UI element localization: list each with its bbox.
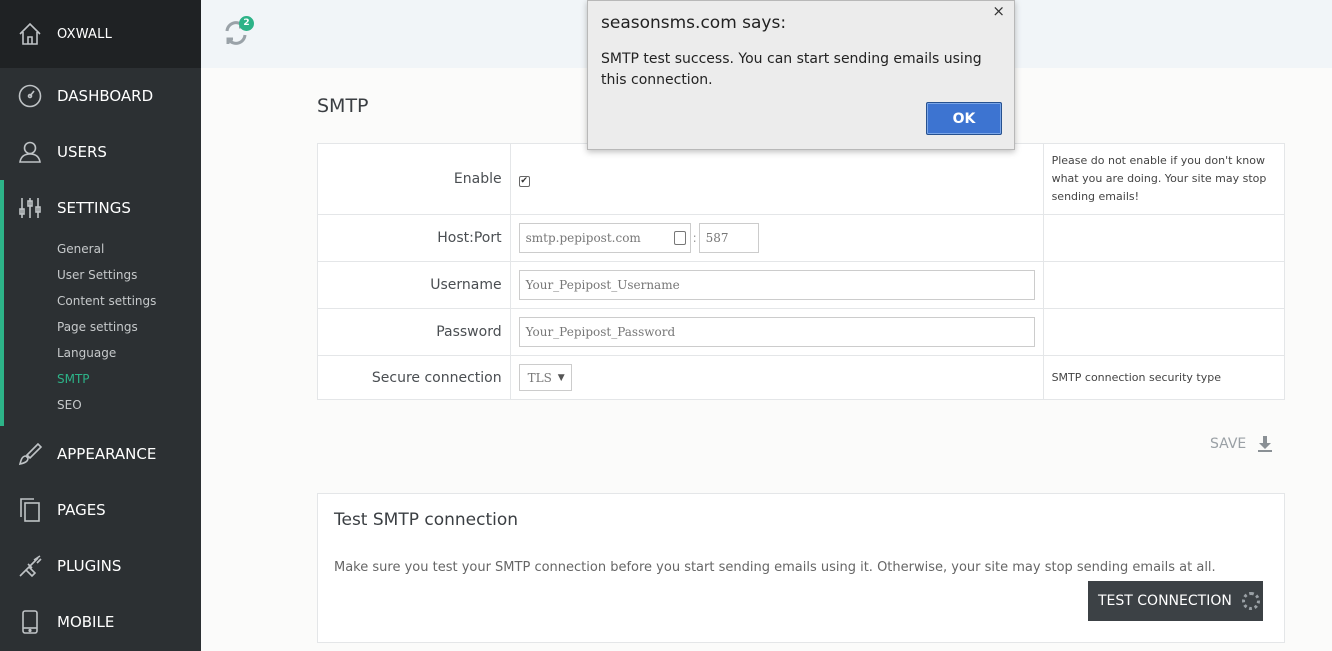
- password-input[interactable]: Your_Pepipost_Password: [518, 317, 1035, 347]
- password-label: Password: [317, 308, 511, 356]
- notification-badge: 2: [239, 16, 254, 31]
- sidebar-item-label: PLUGINS: [57, 557, 122, 575]
- form-row-secure: Secure connection TLS ▼ SMTP connection s…: [317, 355, 1286, 400]
- username-input[interactable]: Your_Pepipost_Username: [518, 270, 1035, 300]
- test-smtp-panel: Test SMTP connection Make sure you test …: [317, 493, 1285, 643]
- sidebar-subitem-page-settings[interactable]: Page settings: [4, 314, 201, 340]
- sidebar-item-users[interactable]: USERS: [0, 124, 201, 180]
- sidebar: OXWALL DASHBOARD USERS SETTINGS General …: [0, 0, 201, 651]
- sidebar-subitem-user-settings[interactable]: User Settings: [4, 262, 201, 288]
- dialog-title: seasonsms.com says:: [601, 13, 787, 33]
- sidebar-item-mobile[interactable]: MOBILE: [0, 594, 201, 650]
- enable-description: Please do not enable if you don't know w…: [1042, 143, 1286, 215]
- brand-label: OXWALL: [57, 26, 113, 42]
- test-connection-label: TEST CONNECTION: [1098, 593, 1232, 609]
- enable-label: Enable: [317, 143, 511, 215]
- sidebar-item-plugins[interactable]: PLUGINS: [0, 538, 201, 594]
- test-panel-title: Test SMTP connection: [334, 510, 519, 530]
- mobile-icon: [17, 609, 43, 635]
- pages-icon: [17, 497, 43, 523]
- username-label: Username: [317, 261, 511, 309]
- form-row-username: Username Your_Pepipost_Username: [317, 261, 1286, 309]
- sidebar-item-appearance[interactable]: APPEARANCE: [0, 426, 201, 482]
- sync-button[interactable]: 2: [223, 16, 254, 48]
- sidebar-item-label: DASHBOARD: [57, 87, 154, 105]
- test-panel-description: Make sure you test your SMTP connection …: [334, 560, 1216, 575]
- test-connection-button[interactable]: TEST CONNECTION: [1088, 581, 1263, 621]
- enable-checkbox[interactable]: ✔: [518, 175, 530, 187]
- settings-section: SETTINGS General User Settings Content s…: [0, 180, 201, 426]
- alert-dialog: seasonsms.com says: × SMTP test success.…: [587, 0, 1015, 150]
- chevron-down-icon: ▼: [557, 372, 565, 383]
- ok-button[interactable]: OK: [926, 102, 1002, 135]
- form-row-enable: Enable ✔ Please do not enable if you don…: [317, 143, 1286, 215]
- host-port-separator: :: [692, 231, 697, 245]
- sidebar-subitem-content-settings[interactable]: Content settings: [4, 288, 201, 314]
- sidebar-subitem-language[interactable]: Language: [4, 340, 201, 366]
- secure-value: TLS: [527, 370, 552, 385]
- plug-icon: [17, 553, 43, 579]
- sidebar-item-dashboard[interactable]: DASHBOARD: [0, 68, 201, 124]
- speedometer-icon: [17, 83, 43, 109]
- secure-label: Secure connection: [317, 355, 511, 400]
- sidebar-item-pages[interactable]: PAGES: [0, 482, 201, 538]
- sidebar-subitem-smtp[interactable]: SMTP: [4, 366, 201, 392]
- loading-spinner-icon: [1241, 592, 1260, 610]
- close-icon[interactable]: ×: [992, 2, 1005, 20]
- autofill-icon[interactable]: [673, 231, 686, 245]
- form-row-host-port: Host:Port smtp.pepipost.com:587: [317, 214, 1286, 262]
- sidebar-item-label: APPEARANCE: [57, 445, 157, 463]
- host-input[interactable]: smtp.pepipost.com: [518, 223, 691, 253]
- sidebar-item-label: PAGES: [57, 501, 106, 519]
- host-value: smtp.pepipost.com: [525, 231, 641, 245]
- page-title: SMTP: [317, 95, 369, 117]
- download-icon: [1258, 436, 1273, 452]
- sidebar-item-label: MOBILE: [57, 613, 115, 631]
- sidebar-subitem-seo[interactable]: SEO: [4, 392, 201, 418]
- brush-icon: [17, 441, 43, 467]
- sliders-icon: [17, 195, 43, 221]
- secure-description: SMTP connection security type: [1042, 355, 1286, 400]
- smtp-form: Enable ✔ Please do not enable if you don…: [317, 143, 1286, 400]
- save-label: SAVE: [1210, 436, 1247, 452]
- secure-select[interactable]: TLS ▼: [518, 364, 572, 391]
- user-icon: [17, 139, 43, 165]
- form-row-password: Password Your_Pepipost_Password: [317, 308, 1286, 356]
- home-icon: [17, 21, 43, 47]
- sidebar-item-label: SETTINGS: [57, 199, 131, 217]
- save-button[interactable]: SAVE: [1210, 436, 1273, 452]
- sidebar-subitem-general[interactable]: General: [4, 236, 201, 262]
- sidebar-item-settings[interactable]: SETTINGS: [4, 180, 201, 236]
- port-input[interactable]: 587: [698, 223, 759, 253]
- sidebar-item-label: USERS: [57, 143, 107, 161]
- host-port-label: Host:Port: [317, 214, 511, 262]
- sidebar-brand[interactable]: OXWALL: [0, 0, 201, 68]
- dialog-message: SMTP test success. You can start sending…: [601, 51, 982, 88]
